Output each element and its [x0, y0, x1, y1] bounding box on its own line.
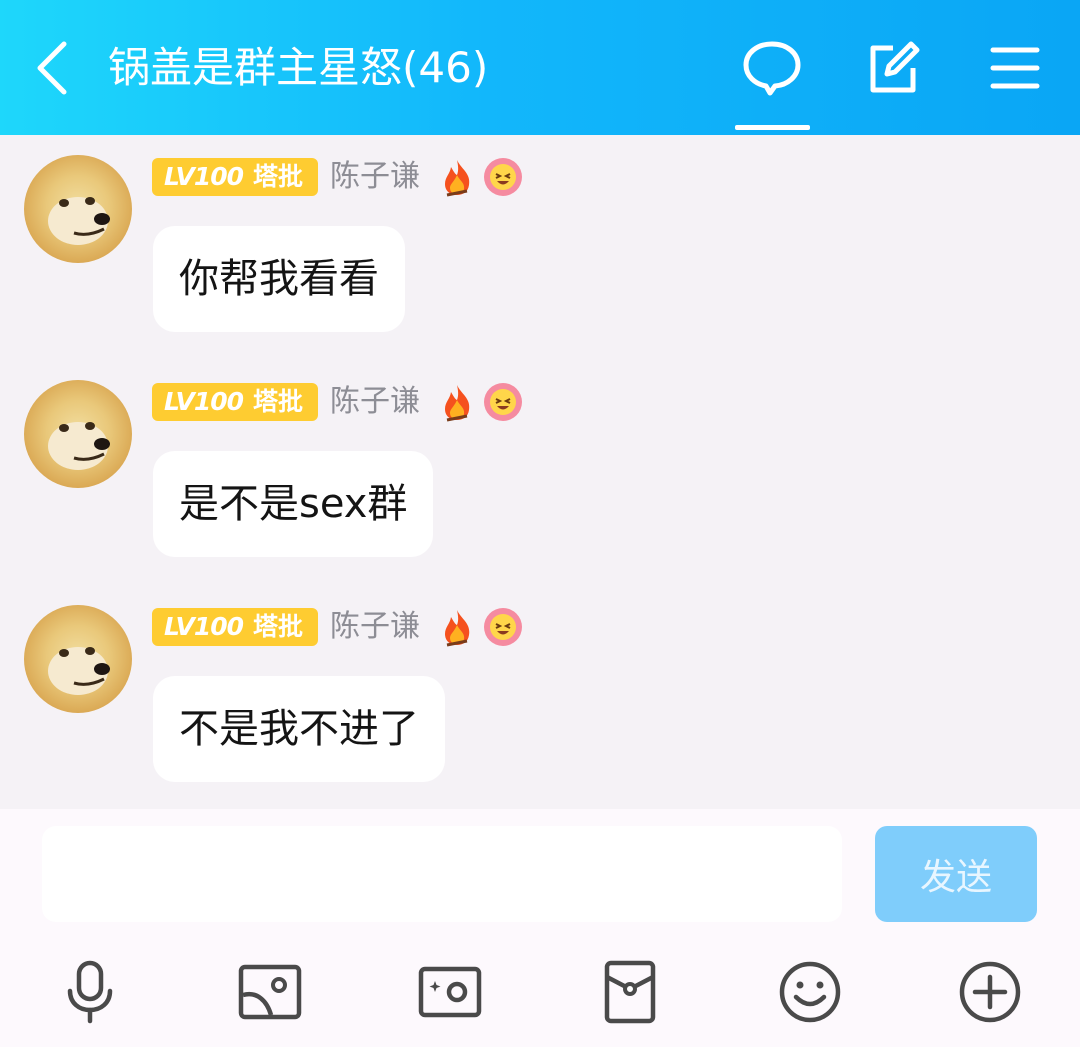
emoji-icon[interactable]	[777, 959, 843, 1025]
menu-icon	[990, 47, 1040, 89]
menu-button[interactable]	[985, 38, 1045, 98]
chat-tab[interactable]	[742, 38, 802, 98]
chat-bubble-icon	[743, 41, 801, 96]
group-title: 锅盖是群主星怒(46)	[108, 43, 489, 92]
flower-smile-icon	[484, 383, 522, 421]
send-button[interactable]: 发送	[875, 826, 1037, 922]
flower-smile-icon	[484, 158, 522, 196]
fire-icon	[445, 160, 470, 197]
message-row: LV100 塔批 陈子谦 是不是sex群	[0, 360, 1080, 557]
header-bar: 锅盖是群主星怒(46)	[0, 0, 1080, 135]
fire-icon	[445, 385, 470, 422]
flower-smile-icon	[484, 608, 522, 646]
sender-name[interactable]: 陈子谦	[330, 607, 420, 647]
microphone-icon[interactable]	[57, 959, 123, 1025]
message-input[interactable]	[42, 826, 842, 922]
sender-name[interactable]: 陈子谦	[330, 157, 420, 197]
avatar[interactable]	[24, 380, 132, 488]
image-icon[interactable]	[237, 959, 303, 1025]
fire-icon	[445, 610, 470, 647]
active-tab-indicator	[735, 125, 810, 130]
message-bubble[interactable]: 你帮我看看	[153, 226, 405, 332]
doge-avatar-icon	[48, 197, 110, 245]
level-badge: LV100 塔批	[152, 383, 318, 421]
avatar[interactable]	[24, 605, 132, 713]
message-row: LV100 塔批 陈子谦 不是我不进了	[0, 585, 1080, 782]
doge-avatar-icon	[48, 647, 110, 695]
edit-button[interactable]	[863, 38, 923, 98]
message-bubble[interactable]: 不是我不进了	[153, 676, 445, 782]
input-area: 发送	[0, 809, 1080, 1047]
doge-avatar-icon	[48, 422, 110, 470]
sender-name[interactable]: 陈子谦	[330, 382, 420, 422]
message-row: LV100 塔批 陈子谦 你帮我看看	[0, 135, 1080, 332]
level-badge: LV100 塔批	[152, 158, 318, 196]
message-bubble[interactable]: 是不是sex群	[153, 451, 434, 557]
plus-icon[interactable]	[957, 959, 1023, 1025]
red-packet-icon[interactable]	[597, 959, 663, 1025]
camera-icon[interactable]	[417, 959, 483, 1025]
edit-icon	[870, 41, 920, 93]
back-button[interactable]	[30, 38, 78, 98]
level-badge: LV100 塔批	[152, 608, 318, 646]
avatar[interactable]	[24, 155, 132, 263]
back-arrow-icon	[37, 41, 67, 95]
